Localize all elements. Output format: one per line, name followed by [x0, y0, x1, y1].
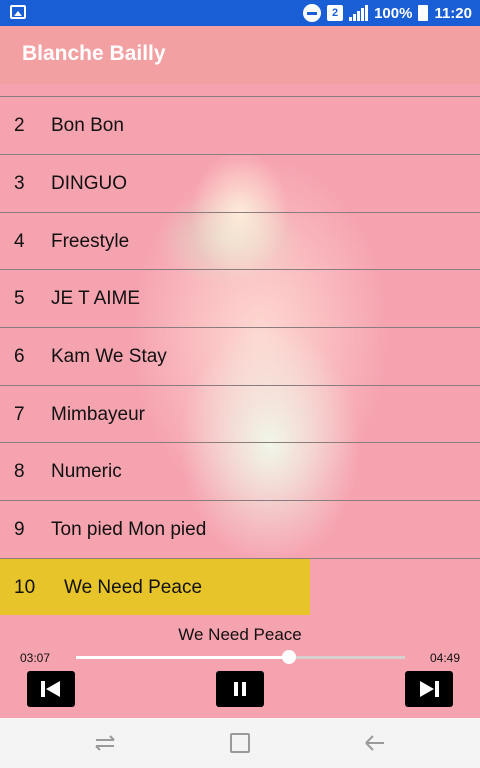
current-time: 03:07 [20, 651, 51, 665]
track-number: 4 [14, 231, 25, 252]
track-number: 9 [14, 519, 25, 540]
seek-progress [76, 656, 289, 659]
track-name: Numeric [51, 461, 122, 482]
battery-percent: 100% [374, 4, 413, 22]
pause-icon [234, 682, 246, 696]
skip-next-icon [420, 681, 439, 697]
track-name: Mimbayeur [51, 404, 145, 425]
status-bar: 2 100% 11:20 [0, 0, 480, 26]
track-row[interactable]: 8 Numeric [0, 442, 480, 499]
system-nav-bar [0, 718, 480, 768]
seek-bar[interactable] [76, 650, 405, 664]
track-row[interactable]: 4 Freestyle [0, 212, 480, 269]
track-name: Bon Bon [51, 115, 124, 136]
track-list[interactable]: 2 Bon Bon 3 DINGUO 4 Freestyle 5 JE T AI… [0, 84, 480, 616]
duration: 04:49 [429, 651, 460, 665]
track-number: 7 [14, 404, 25, 425]
home-icon[interactable] [227, 731, 253, 755]
recent-apps-icon[interactable] [92, 731, 118, 755]
do-not-disturb-icon [303, 4, 322, 22]
track-number: 3 [14, 173, 25, 194]
track-name: Ton pied Mon pied [51, 519, 207, 540]
track-row[interactable]: 9 Ton pied Mon pied [0, 500, 480, 557]
now-playing-title: We Need Peace [178, 625, 302, 644]
pause-button[interactable] [216, 671, 264, 707]
app-title: Blanche Bailly [22, 42, 166, 65]
clock: 11:20 [434, 4, 472, 22]
track-number: 10 [14, 577, 36, 598]
track-row-active[interactable]: 10 We Need Peace [0, 558, 480, 615]
track-number: 8 [14, 461, 25, 482]
track-name: Freestyle [51, 231, 130, 252]
track-row[interactable]: 5 JE T AIME [0, 269, 480, 326]
back-icon[interactable] [362, 731, 388, 755]
track-name: Kam We Stay [51, 346, 167, 367]
track-number: 2 [14, 115, 25, 136]
track-row[interactable]: 6 Kam We Stay [0, 327, 480, 384]
app-bar: Blanche Bailly [0, 26, 480, 84]
image-notification-icon [10, 5, 26, 19]
track-number: 6 [14, 346, 25, 367]
track-row[interactable]: 7 Mimbayeur [0, 385, 480, 442]
battery-icon [418, 5, 429, 21]
track-number: 5 [14, 288, 25, 309]
track-name: We Need Peace [64, 577, 203, 598]
next-button[interactable] [405, 671, 453, 707]
track-row[interactable]: 2 Bon Bon [0, 96, 480, 153]
sim-indicator: 2 [327, 5, 344, 21]
track-name: JE T AIME [51, 288, 141, 309]
skip-previous-icon [41, 681, 60, 697]
track-name: DINGUO [51, 173, 127, 194]
player-bar: We Need Peace 03:07 04:49 [0, 616, 480, 718]
seek-thumb[interactable] [281, 650, 296, 664]
previous-button[interactable] [27, 671, 75, 707]
signal-icon [349, 5, 369, 21]
track-row[interactable]: 3 DINGUO [0, 154, 480, 211]
